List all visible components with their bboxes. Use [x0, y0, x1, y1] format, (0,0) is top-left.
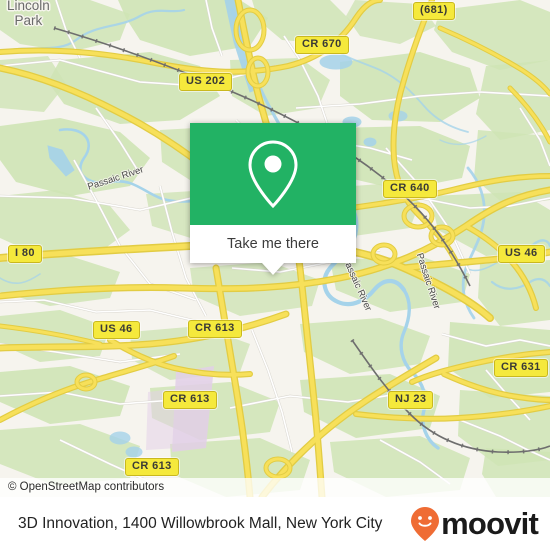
- map-pin-icon: [248, 140, 298, 209]
- shield-681[interactable]: (681): [413, 2, 455, 20]
- shield-cr-640[interactable]: CR 640: [383, 180, 437, 198]
- moovit-smiley-pin-icon: [411, 506, 440, 541]
- moovit-logo[interactable]: moovit: [410, 506, 539, 542]
- shield-us-46-west[interactable]: US 46: [93, 321, 140, 339]
- shield-i-80[interactable]: I 80: [8, 245, 42, 263]
- moovit-wordmark: moovit: [441, 506, 539, 541]
- shield-cr-613-lower[interactable]: CR 613: [125, 458, 179, 476]
- shield-cr-613-upper[interactable]: CR 613: [188, 320, 242, 338]
- shield-nj-23[interactable]: NJ 23: [388, 391, 434, 409]
- popup-header: [190, 123, 356, 225]
- footer-bar: 3D Innovation, 1400 Willowbrook Mall, Ne…: [0, 497, 550, 550]
- shield-us-46-east[interactable]: US 46: [498, 245, 545, 263]
- map-attribution[interactable]: © OpenStreetMap contributors: [0, 478, 550, 497]
- take-me-there-label: Take me there: [227, 236, 319, 252]
- shield-cr-613-mid[interactable]: CR 613: [163, 391, 217, 409]
- shield-cr-631[interactable]: CR 631: [494, 359, 548, 377]
- location-popup[interactable]: Take me there: [190, 123, 356, 275]
- shield-cr-670[interactable]: CR 670: [295, 36, 349, 54]
- map-canvas[interactable]: Lincoln Park Passaic River Passaic River…: [0, 0, 550, 497]
- shield-us-202[interactable]: US 202: [179, 73, 233, 91]
- location-title: 3D Innovation, 1400 Willowbrook Mall, Ne…: [18, 514, 383, 532]
- popup-pointer: [262, 263, 284, 275]
- popup-action[interactable]: Take me there: [190, 225, 356, 263]
- map-screenshot: Lincoln Park Passaic River Passaic River…: [0, 0, 550, 550]
